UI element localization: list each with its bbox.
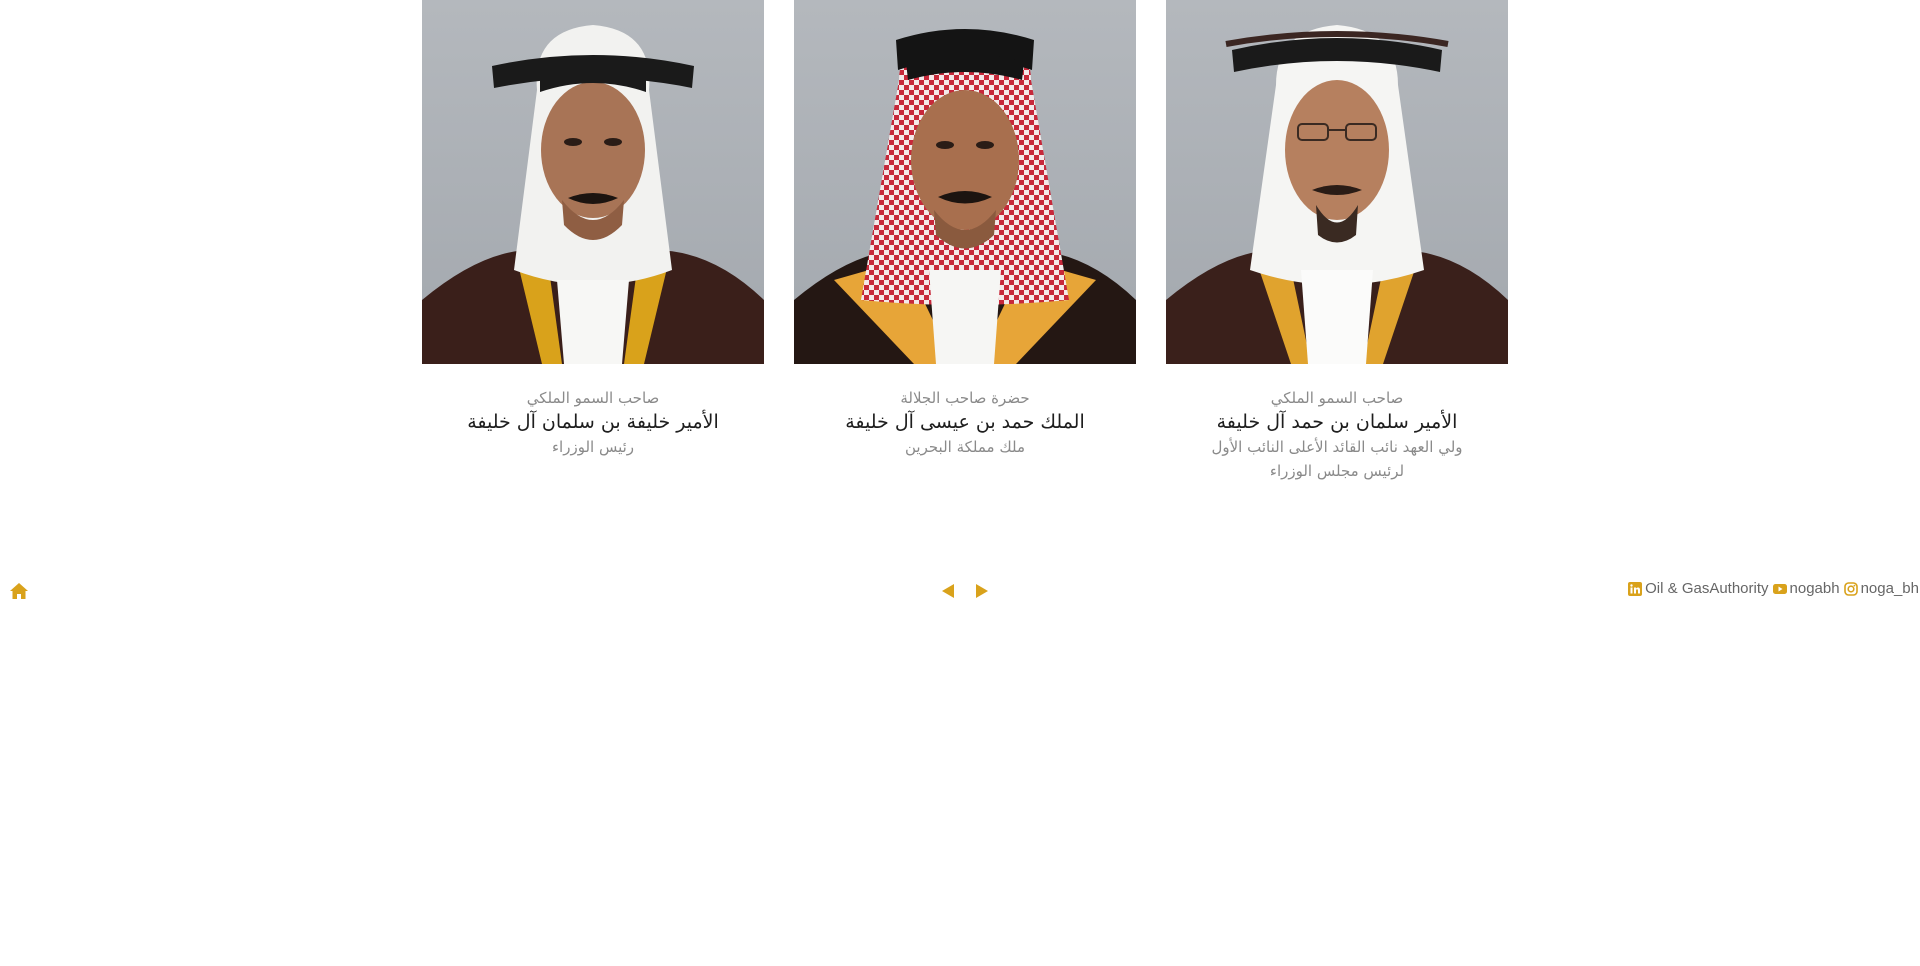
portrait-role: ملك مملكة البحرين: [904, 438, 1025, 456]
portrait-image: [794, 29, 1136, 364]
portrait-role: ولي العهد نائب القائد الأعلى النائب الأو…: [1211, 438, 1463, 480]
portrait-image: [1166, 25, 1508, 364]
triangle-left-icon: [942, 584, 954, 598]
portrait-photo: [1166, 0, 1508, 364]
portrait-title: صاحب السمو الملكي: [1270, 389, 1404, 407]
linkedin-icon: [1628, 581, 1643, 596]
social-link-instagram[interactable]: noga_bh: [1843, 580, 1919, 597]
portrait-name: الأمير خليفة بن سلمان آل خليفة: [467, 411, 719, 433]
portrait-title: صاحب السمو الملكي: [526, 389, 660, 407]
social-label-youtube: nogabh: [1789, 580, 1840, 597]
portrait-title: حضرة صاحب الجلالة: [900, 389, 1030, 407]
portrait-card-king: حضرة صاحب الجلالة الملك حمد بن عيسى آل خ…: [794, 0, 1136, 490]
social-label-instagram: noga_bh: [1860, 580, 1919, 597]
portrait-caption: حضرة صاحب الجلالة الملك حمد بن عيسى آل خ…: [845, 388, 1085, 459]
social-links: Oil & GasAuthority nogabh noga_bh: [1628, 580, 1919, 597]
triangle-right-icon: [976, 584, 988, 598]
portraits-row: صاحب السمو الملكي الأمير خليفة بن سلمان …: [422, 0, 1508, 490]
portrait-image: [422, 25, 764, 364]
social-link-linkedin[interactable]: Oil & GasAuthority: [1628, 580, 1769, 597]
next-button[interactable]: [972, 581, 992, 601]
portrait-photo: [794, 0, 1136, 364]
portrait-name: الملك حمد بن عيسى آل خليفة: [845, 411, 1085, 433]
slide-navigation: [938, 581, 992, 601]
home-button[interactable]: [9, 582, 29, 600]
portrait-card-prime-minister: صاحب السمو الملكي الأمير خليفة بن سلمان …: [422, 0, 764, 490]
portrait-card-crown-prince: صاحب السمو الملكي الأمير سلمان بن حمد آل…: [1166, 0, 1508, 490]
footer-bar: Oil & GasAuthority nogabh noga_bh: [0, 578, 1920, 604]
portrait-caption: صاحب السمو الملكي الأمير سلمان بن حمد آل…: [1192, 388, 1482, 483]
home-icon: [10, 583, 28, 599]
instagram-icon: [1843, 581, 1858, 596]
prev-button[interactable]: [938, 581, 958, 601]
social-label-linkedin: Oil & GasAuthority: [1645, 580, 1769, 597]
portrait-photo: [422, 0, 764, 364]
portrait-name: الأمير سلمان بن حمد آل خليفة: [1216, 411, 1458, 433]
social-link-youtube[interactable]: nogabh: [1772, 580, 1840, 597]
portrait-caption: صاحب السمو الملكي الأمير خليفة بن سلمان …: [467, 388, 719, 459]
portrait-role: رئيس الوزراء: [551, 438, 635, 456]
youtube-icon: [1772, 583, 1787, 594]
